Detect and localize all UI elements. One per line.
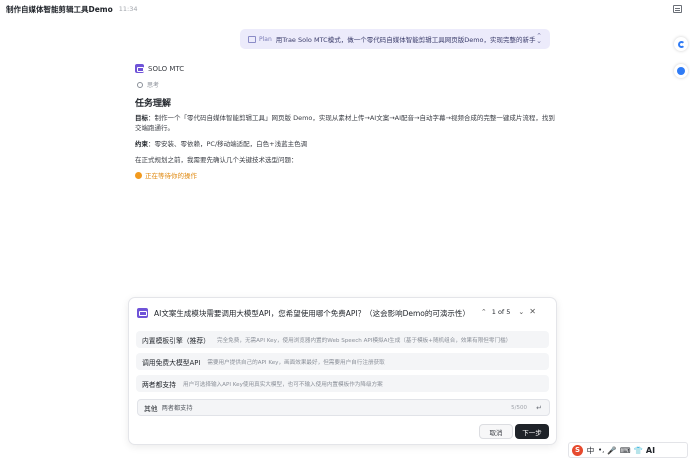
other-label: 其他 bbox=[144, 404, 158, 413]
thinking-label: 思考 bbox=[147, 82, 160, 89]
plan-message[interactable]: Plan 用Trae Solo MTC模式，做一个零代码自媒体智能剪辑工具网页版… bbox=[240, 29, 550, 49]
bubble-icon[interactable] bbox=[674, 64, 688, 78]
keyboard-icon[interactable]: ⌨ bbox=[620, 446, 631, 455]
skin-icon[interactable]: 👕 bbox=[634, 446, 643, 455]
cancel-button[interactable]: 取消 bbox=[479, 424, 513, 439]
question-panel: AI文案生成模块需要调用大模型API，您希望使用哪个免费API？（这会影响Dem… bbox=[128, 297, 557, 445]
before-paragraph: 在正式规划之前，我需要先确认几个关键技术选型问题： bbox=[135, 156, 298, 164]
waiting-text: 正在等待你的操作 bbox=[145, 172, 197, 180]
top-bar: 制作自媒体智能剪辑工具Demo 11:34 bbox=[0, 0, 690, 18]
plan-icon bbox=[248, 35, 256, 43]
option-label: 两者都支持 bbox=[142, 380, 176, 389]
chevron-down-icon[interactable]: ⌄ bbox=[518, 308, 524, 316]
question-nav: ⌃ 1 of 5 ⌄ ✕ bbox=[481, 307, 536, 316]
other-option[interactable]: 其他 5/500 ↵ bbox=[137, 399, 550, 416]
panel-toggle-icon[interactable] bbox=[673, 5, 682, 13]
microphone-icon[interactable]: 🎤 bbox=[607, 446, 616, 455]
question-text: AI文案生成模块需要调用大模型API，您希望使用哪个免费API？（这会影响Dem… bbox=[154, 308, 470, 318]
question-pager: 1 of 5 bbox=[491, 307, 511, 316]
expand-chevron-icon[interactable]: ⌃ ⌄ bbox=[536, 33, 542, 45]
enter-icon[interactable]: ↵ bbox=[536, 404, 542, 412]
ime-toolbar: S 中 •, 🎤 ⌨ 👕 AI bbox=[568, 442, 688, 458]
task-time: 11:34 bbox=[118, 5, 138, 13]
agent-header: SOLO MTC bbox=[135, 64, 184, 73]
plan-text: 用Trae Solo MTC模式，做一个零代码自媒体智能剪辑工具网页版Demo，… bbox=[275, 36, 536, 44]
question-logo-icon bbox=[137, 308, 148, 318]
next-button[interactable]: 下一步 bbox=[515, 424, 549, 439]
task-title: 制作自媒体智能剪辑工具Demo bbox=[6, 4, 113, 14]
option-both[interactable]: 两者都支持 用户可选择输入API Key使用真实大模型，也可不输入使用内置模板作… bbox=[136, 375, 549, 392]
option-desc: 需要用户提供自己的API Key，画面效果最好，但需要用户自行注册获取 bbox=[207, 359, 385, 366]
constraint-paragraph: 约束：零安装、零依赖，PC/移动端适配，白色+浅蓝主色调 bbox=[135, 139, 555, 149]
ime-punctuation[interactable]: •, bbox=[598, 446, 604, 454]
solo-logo-icon bbox=[135, 64, 144, 73]
question-header: AI文案生成模块需要调用大模型API，您希望使用哪个免费API？（这会影响Dem… bbox=[137, 306, 548, 320]
goal-text: ：制作一个「零代码自媒体智能剪辑工具」网页版 Demo，实现从素材上传→AI文案… bbox=[135, 114, 555, 132]
section-title: 任务理解 bbox=[135, 99, 172, 109]
ime-logo-icon[interactable]: S bbox=[572, 444, 583, 456]
option-label: 调用免费大模型API bbox=[142, 358, 201, 367]
option-free-api[interactable]: 调用免费大模型API 需要用户提供自己的API Key，画面效果最好，但需要用户… bbox=[136, 353, 549, 370]
other-input[interactable] bbox=[161, 404, 462, 411]
option-label: 内置模板引擎（推荐） bbox=[142, 336, 210, 345]
goal-paragraph: 目标：制作一个「零代码自媒体智能剪辑工具」网页版 Demo，实现从素材上传→AI… bbox=[135, 113, 555, 133]
option-builtin-template[interactable]: 内置模板引擎（推荐） 完全免费，无需API Key，使用浏览器内置的Web Sp… bbox=[136, 331, 549, 348]
close-icon[interactable]: ✕ bbox=[529, 307, 536, 316]
waiting-status: 正在等待你的操作 bbox=[135, 170, 197, 180]
constraint-text: ：零安装、零依赖，PC/移动端适配，白色+浅蓝主色调 bbox=[148, 140, 308, 148]
chevron-up-icon[interactable]: ⌃ bbox=[481, 308, 487, 316]
char-count: 5/500 bbox=[511, 404, 527, 411]
thinking-icon bbox=[137, 81, 143, 88]
waiting-icon bbox=[135, 171, 142, 179]
thinking-toggle[interactable]: 思考 bbox=[137, 80, 159, 89]
constraint-label: 约束 bbox=[135, 140, 148, 148]
goal-label: 目标 bbox=[135, 114, 148, 122]
plan-tag: Plan bbox=[259, 35, 272, 43]
option-desc: 完全免费，无需API Key，使用浏览器内置的Web Speech API模拟A… bbox=[216, 337, 512, 344]
option-desc: 用户可选择输入API Key使用真实大模型，也可不输入使用内置模板作为降级方案 bbox=[182, 381, 383, 388]
ime-ai-icon[interactable]: AI bbox=[646, 446, 655, 455]
assistant-icon[interactable] bbox=[674, 37, 688, 51]
agent-name: SOLO MTC bbox=[148, 64, 185, 73]
ime-mode-chinese[interactable]: 中 bbox=[586, 445, 595, 456]
